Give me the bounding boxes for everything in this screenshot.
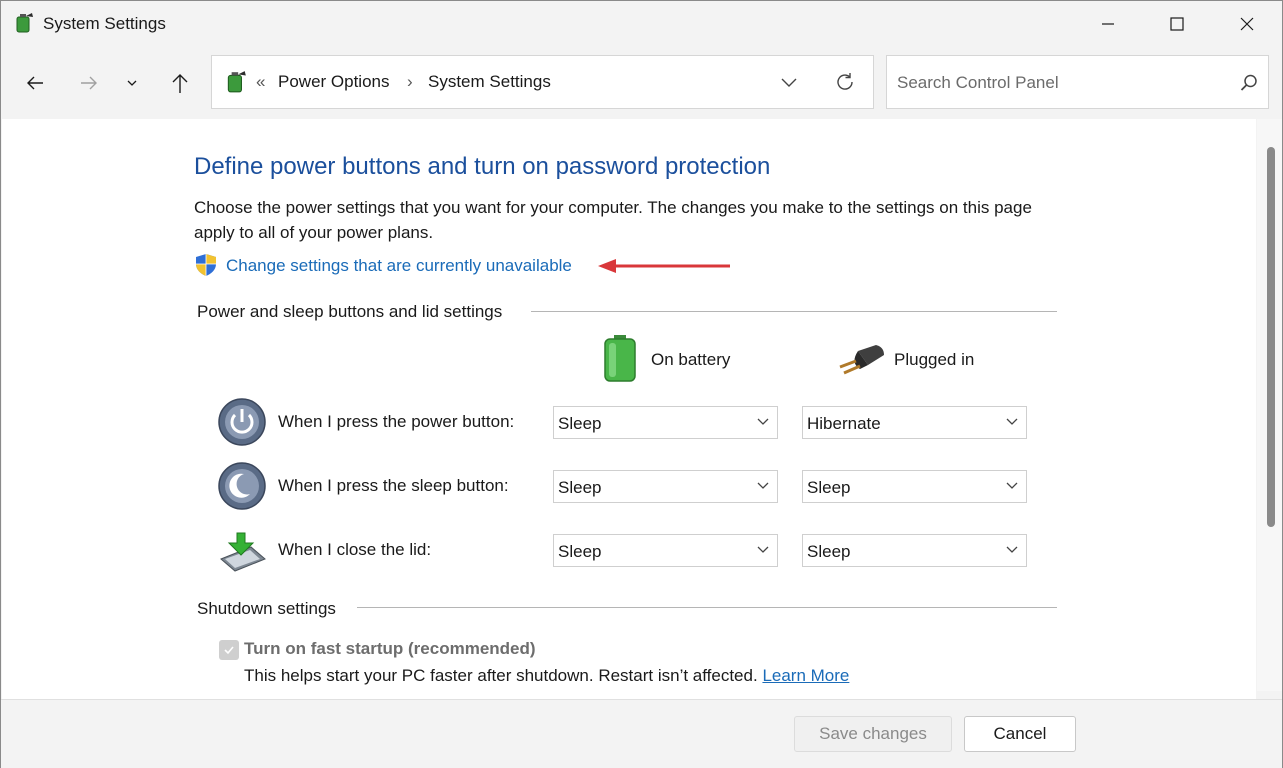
- close-icon: [1240, 17, 1254, 31]
- learn-more-link[interactable]: Learn More: [762, 666, 849, 685]
- vertical-scrollbar[interactable]: [1257, 119, 1282, 691]
- back-button[interactable]: [17, 59, 53, 107]
- chevron-down-icon: [1006, 546, 1018, 553]
- sleep-button-battery-select[interactable]: Sleep: [553, 470, 778, 503]
- power-options-icon: [16, 13, 33, 33]
- system-settings-window: System Settings « Power Options › System…: [0, 0, 1283, 768]
- select-value: Sleep: [807, 478, 851, 497]
- arrow-up-icon: [172, 74, 188, 93]
- breadcrumb-power-options[interactable]: Power Options: [278, 72, 390, 92]
- power-button-plugged-select[interactable]: Hibernate: [802, 406, 1027, 439]
- sleep-button-icon: [218, 462, 266, 510]
- battery-icon: [604, 335, 636, 382]
- chevron-down-icon: [1006, 482, 1018, 489]
- close-button[interactable]: [1212, 1, 1282, 47]
- footer-bar: Save changes Cancel: [1, 699, 1282, 768]
- close-lid-battery-select[interactable]: Sleep: [553, 534, 778, 567]
- uac-shield-icon: [196, 254, 216, 276]
- select-value: Sleep: [558, 414, 602, 433]
- close-lid-label: When I close the lid:: [278, 540, 432, 559]
- checkmark-icon: [224, 646, 234, 655]
- select-value: Hibernate: [807, 414, 881, 433]
- search-box[interactable]: [886, 55, 1269, 109]
- column-plugged-in: Plugged in: [894, 350, 975, 369]
- navigation-bar: « Power Options › System Settings: [1, 47, 1282, 119]
- forward-button[interactable]: [71, 59, 107, 107]
- section-divider: [357, 607, 1057, 608]
- window-title: System Settings: [43, 14, 166, 33]
- minimize-button[interactable]: [1073, 1, 1143, 47]
- annotation-arrow: [598, 259, 730, 273]
- maximize-button[interactable]: [1142, 1, 1212, 47]
- shutdown-section-label: Shutdown settings: [197, 599, 336, 618]
- laptop-lid-icon: [220, 532, 266, 572]
- breadcrumb-overflow[interactable]: «: [256, 72, 265, 92]
- change-settings-link[interactable]: Change settings that are currently unava…: [226, 256, 572, 276]
- refresh-icon[interactable]: [834, 71, 856, 93]
- fast-startup-label: Turn on fast startup (recommended): [244, 639, 536, 658]
- recent-locations-button[interactable]: [117, 59, 147, 107]
- select-value: Sleep: [558, 478, 602, 497]
- address-bar[interactable]: « Power Options › System Settings: [211, 55, 874, 109]
- search-input[interactable]: [897, 71, 1227, 95]
- scrollbar-thumb[interactable]: [1267, 147, 1275, 527]
- chevron-down-icon: [757, 482, 769, 489]
- breadcrumb-system-settings[interactable]: System Settings: [428, 72, 551, 92]
- column-on-battery: On battery: [651, 350, 731, 369]
- search-icon[interactable]: [1239, 73, 1259, 93]
- maximize-icon: [1170, 17, 1184, 31]
- select-value: Sleep: [558, 542, 602, 561]
- breadcrumb-chevron[interactable]: ›: [407, 72, 413, 92]
- minimize-icon: [1102, 23, 1114, 25]
- plug-icon: [839, 345, 884, 375]
- fast-startup-help-text: This helps start your PC faster after sh…: [244, 666, 758, 685]
- power-button-battery-select[interactable]: Sleep: [553, 406, 778, 439]
- chevron-down-icon: [127, 80, 137, 86]
- cancel-button[interactable]: Cancel: [964, 716, 1076, 752]
- title-bar: System Settings: [1, 1, 1282, 47]
- close-lid-plugged-select[interactable]: Sleep: [802, 534, 1027, 567]
- content-pane: Define power buttons and turn on passwor…: [2, 119, 1256, 699]
- page-description: Choose the power settings that you want …: [194, 198, 1032, 242]
- power-button-icon: [218, 398, 266, 446]
- power-button-label: When I press the power button:: [278, 412, 515, 431]
- chevron-down-icon[interactable]: [780, 76, 798, 90]
- power-options-icon: [227, 71, 246, 93]
- select-value: Sleep: [807, 542, 851, 561]
- section-divider: [531, 311, 1057, 312]
- arrow-right-icon: [81, 76, 97, 90]
- arrow-left-icon: [27, 76, 43, 90]
- chevron-down-icon: [757, 418, 769, 425]
- fast-startup-checkbox[interactable]: [219, 640, 239, 660]
- chevron-down-icon: [757, 546, 769, 553]
- fast-startup-help: This helps start your PC faster after sh…: [244, 666, 849, 686]
- power-section-label: Power and sleep buttons and lid settings: [197, 302, 503, 321]
- save-changes-button[interactable]: Save changes: [794, 716, 952, 752]
- sleep-button-plugged-select[interactable]: Sleep: [802, 470, 1027, 503]
- chevron-down-icon: [1006, 418, 1018, 425]
- page-title: Define power buttons and turn on passwor…: [194, 153, 771, 180]
- sleep-button-label: When I press the sleep button:: [278, 476, 509, 495]
- up-button[interactable]: [162, 59, 198, 107]
